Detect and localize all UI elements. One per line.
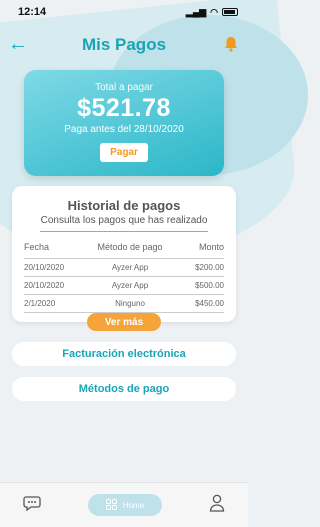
wifi-icon: ◠ (210, 6, 218, 17)
column-header: Monto (198, 242, 224, 252)
date-cell: 20/10/2020 (24, 263, 65, 272)
billing-button[interactable]: Facturación electrónica (12, 342, 236, 366)
home-tab[interactable]: Home (87, 494, 162, 516)
bell-icon[interactable] (224, 36, 238, 57)
back-arrow-icon[interactable]: ← (8, 34, 28, 54)
payment-label: Total a pagar (95, 82, 153, 93)
table-row: 20/10/2020 Ayzer App $200.00 (24, 259, 224, 277)
amount-cell: $200.00 (195, 263, 224, 272)
date-cell: 2/1/2020 (24, 299, 56, 308)
amount-cell: $450.00 (195, 299, 224, 308)
header: ← Mis Pagos (0, 30, 248, 60)
payment-amount: $521.78 (77, 94, 171, 122)
history-card: Historial de pagos Consulta los pagos qu… (12, 186, 236, 322)
bottom-nav: Home (0, 482, 248, 527)
status-icons: ▂▄▆ ◠ (186, 7, 238, 18)
status-time: 12:14 (18, 6, 47, 18)
status-bar: 12:14 ▂▄▆ ◠ (0, 0, 248, 24)
history-title: Historial de pagos (67, 198, 181, 213)
table-row: 20/10/2020 Ayzer App $500.00 (24, 277, 224, 295)
payment-card: Total a pagar $521.78 Paga antes del 28/… (24, 70, 224, 176)
method-cell: Ayzer App (111, 263, 149, 272)
home-label: Home (122, 500, 145, 510)
grid-icon (105, 498, 117, 512)
payment-methods-button[interactable]: Métodos de pago (12, 377, 236, 401)
profile-icon[interactable] (209, 494, 225, 517)
method-cell: Ayzer App (111, 281, 149, 290)
column-header: Fecha (24, 242, 50, 252)
date-cell: 20/10/2020 (24, 281, 65, 290)
history-subtitle: Consulta los pagos que has realizado (40, 215, 208, 226)
amount-cell: $500.00 (195, 281, 224, 290)
payment-due: Paga antes del 28/10/2020 (64, 124, 184, 135)
battery-icon (222, 8, 238, 16)
table-header: Fecha Método de pago Monto (24, 242, 224, 259)
column-header: Método de pago (97, 242, 163, 252)
chat-icon[interactable] (23, 495, 41, 516)
page-title: Mis Pagos (81, 35, 167, 54)
see-more-button[interactable]: Ver más (87, 313, 161, 331)
table-row: 2/1/2020 Ninguno $450.00 (24, 295, 224, 313)
method-cell: Ninguno (115, 299, 145, 308)
pay-button[interactable]: Pagar (100, 143, 148, 162)
divider (40, 231, 208, 232)
signal-icon: ▂▄▆ (185, 6, 207, 17)
